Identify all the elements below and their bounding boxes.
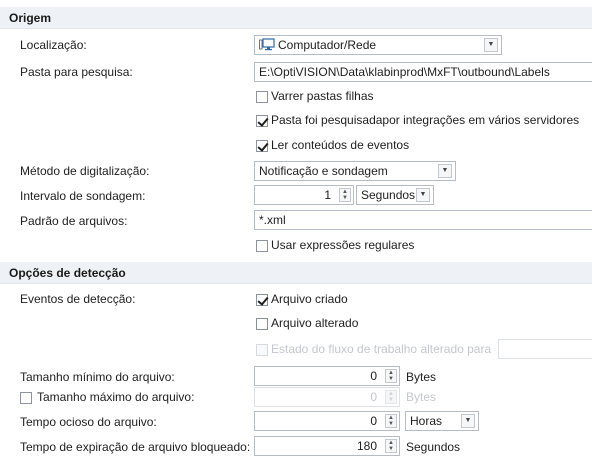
estado-fluxo-checkbox[interactable] bbox=[256, 344, 268, 356]
varrer-label: Varrer pastas filhas bbox=[271, 89, 374, 103]
estado-fluxo-label: Estado do fluxo de trabalho alterado par… bbox=[271, 342, 492, 356]
tamanho-min-label: Tamanho mínimo do arquivo: bbox=[20, 370, 175, 384]
usar-regex-checkbox[interactable] bbox=[256, 240, 268, 252]
section-header-deteccao: Opções de detecção bbox=[0, 262, 592, 284]
arquivo-criado-checkbox[interactable] bbox=[256, 294, 268, 306]
arquivo-alterado-label: Arquivo alterado bbox=[271, 316, 359, 330]
arquivo-alterado-checkbox[interactable] bbox=[256, 318, 268, 330]
intervalo-unit-select[interactable]: Segundos ▼ bbox=[356, 185, 434, 205]
eventos-label: Eventos de detecção: bbox=[20, 292, 136, 306]
pasta-pesquisada-label: Pasta foi pesquisadapor integrações em v… bbox=[271, 113, 580, 127]
tempo-ocioso-unit-select[interactable]: Horas ▼ bbox=[405, 411, 479, 431]
chevron-down-icon[interactable]: ▼ bbox=[438, 164, 452, 178]
section-title-deteccao: Opções de detecção bbox=[9, 266, 126, 280]
tempo-expiracao-label: Tempo de expiração de arquivo bloqueado: bbox=[20, 440, 251, 454]
tamanho-max-label: Tamanho máximo do arquivo: bbox=[37, 390, 195, 404]
section-header-origem: Origem bbox=[0, 7, 592, 29]
spinner-icon[interactable]: ▲ ▼ bbox=[385, 414, 397, 428]
metodo-value: Notificação e sondagem bbox=[259, 164, 388, 178]
metodo-select[interactable]: Notificação e sondagem ▼ bbox=[254, 161, 456, 181]
localizacao-label: Localização: bbox=[20, 38, 87, 52]
ler-conteudos-label: Ler conteúdos de eventos bbox=[271, 138, 410, 152]
intervalo-label: Intervalo de sondagem: bbox=[20, 189, 146, 203]
intervalo-input[interactable]: 1 ▲ ▼ bbox=[254, 185, 354, 205]
localizacao-select[interactable]: Computador/Rede ▼ bbox=[254, 35, 502, 55]
pasta-label: Pasta para pesquisa: bbox=[20, 65, 133, 79]
padrao-label: Padrão de arquivos: bbox=[20, 214, 128, 228]
tempo-ocioso-value: 0 bbox=[370, 414, 377, 428]
pasta-input[interactable]: E:\OptiVISION\Data\klabinprod\MxFT\outbo… bbox=[254, 62, 592, 82]
padrao-input[interactable]: *.xml bbox=[254, 210, 592, 230]
tamanho-min-input[interactable]: 0 ▲ ▼ bbox=[254, 366, 400, 386]
spinner-icon[interactable]: ▲ ▼ bbox=[385, 390, 397, 404]
ler-conteudos-checkbox[interactable] bbox=[256, 140, 268, 152]
spinner-icon[interactable]: ▲ ▼ bbox=[339, 188, 351, 202]
intervalo-value: 1 bbox=[324, 188, 331, 202]
chevron-down-icon[interactable]: ▼ bbox=[461, 414, 475, 428]
tamanho-max-checkbox[interactable] bbox=[20, 392, 32, 404]
tamanho-max-value: 0 bbox=[370, 390, 377, 404]
section-title-origem: Origem bbox=[9, 11, 52, 25]
tempo-ocioso-input[interactable]: 0 ▲ ▼ bbox=[254, 411, 400, 431]
varrer-checkbox[interactable] bbox=[256, 91, 268, 103]
monitor-icon bbox=[259, 38, 275, 51]
chevron-down-icon[interactable]: ▼ bbox=[416, 188, 430, 202]
metodo-label: Método de digitalização: bbox=[20, 164, 150, 178]
pasta-pesquisada-checkbox[interactable] bbox=[256, 115, 268, 127]
tamanho-min-value: 0 bbox=[370, 369, 377, 383]
arquivo-criado-label: Arquivo criado bbox=[271, 292, 348, 306]
localizacao-value: Computador/Rede bbox=[278, 38, 377, 52]
intervalo-unit-value: Segundos bbox=[361, 188, 416, 202]
chevron-down-icon[interactable]: ▼ bbox=[484, 38, 498, 52]
tamanho-max-unit: Bytes bbox=[406, 390, 437, 404]
tamanho-min-unit: Bytes bbox=[406, 370, 437, 384]
tempo-ocioso-label: Tempo ocioso do arquivo: bbox=[20, 415, 157, 429]
tamanho-max-input[interactable]: 0 ▲ ▼ bbox=[254, 387, 400, 407]
estado-fluxo-input[interactable] bbox=[498, 339, 592, 359]
spinner-icon[interactable]: ▲ ▼ bbox=[385, 439, 397, 453]
tempo-expiracao-unit: Segundos bbox=[406, 440, 461, 454]
tempo-expiracao-input[interactable]: 180 ▲ ▼ bbox=[254, 436, 400, 456]
usar-regex-label: Usar expressões regulares bbox=[271, 238, 415, 252]
tempo-expiracao-value: 180 bbox=[356, 439, 377, 453]
spinner-icon[interactable]: ▲ ▼ bbox=[385, 369, 397, 383]
tempo-ocioso-unit-value: Horas bbox=[410, 414, 443, 428]
